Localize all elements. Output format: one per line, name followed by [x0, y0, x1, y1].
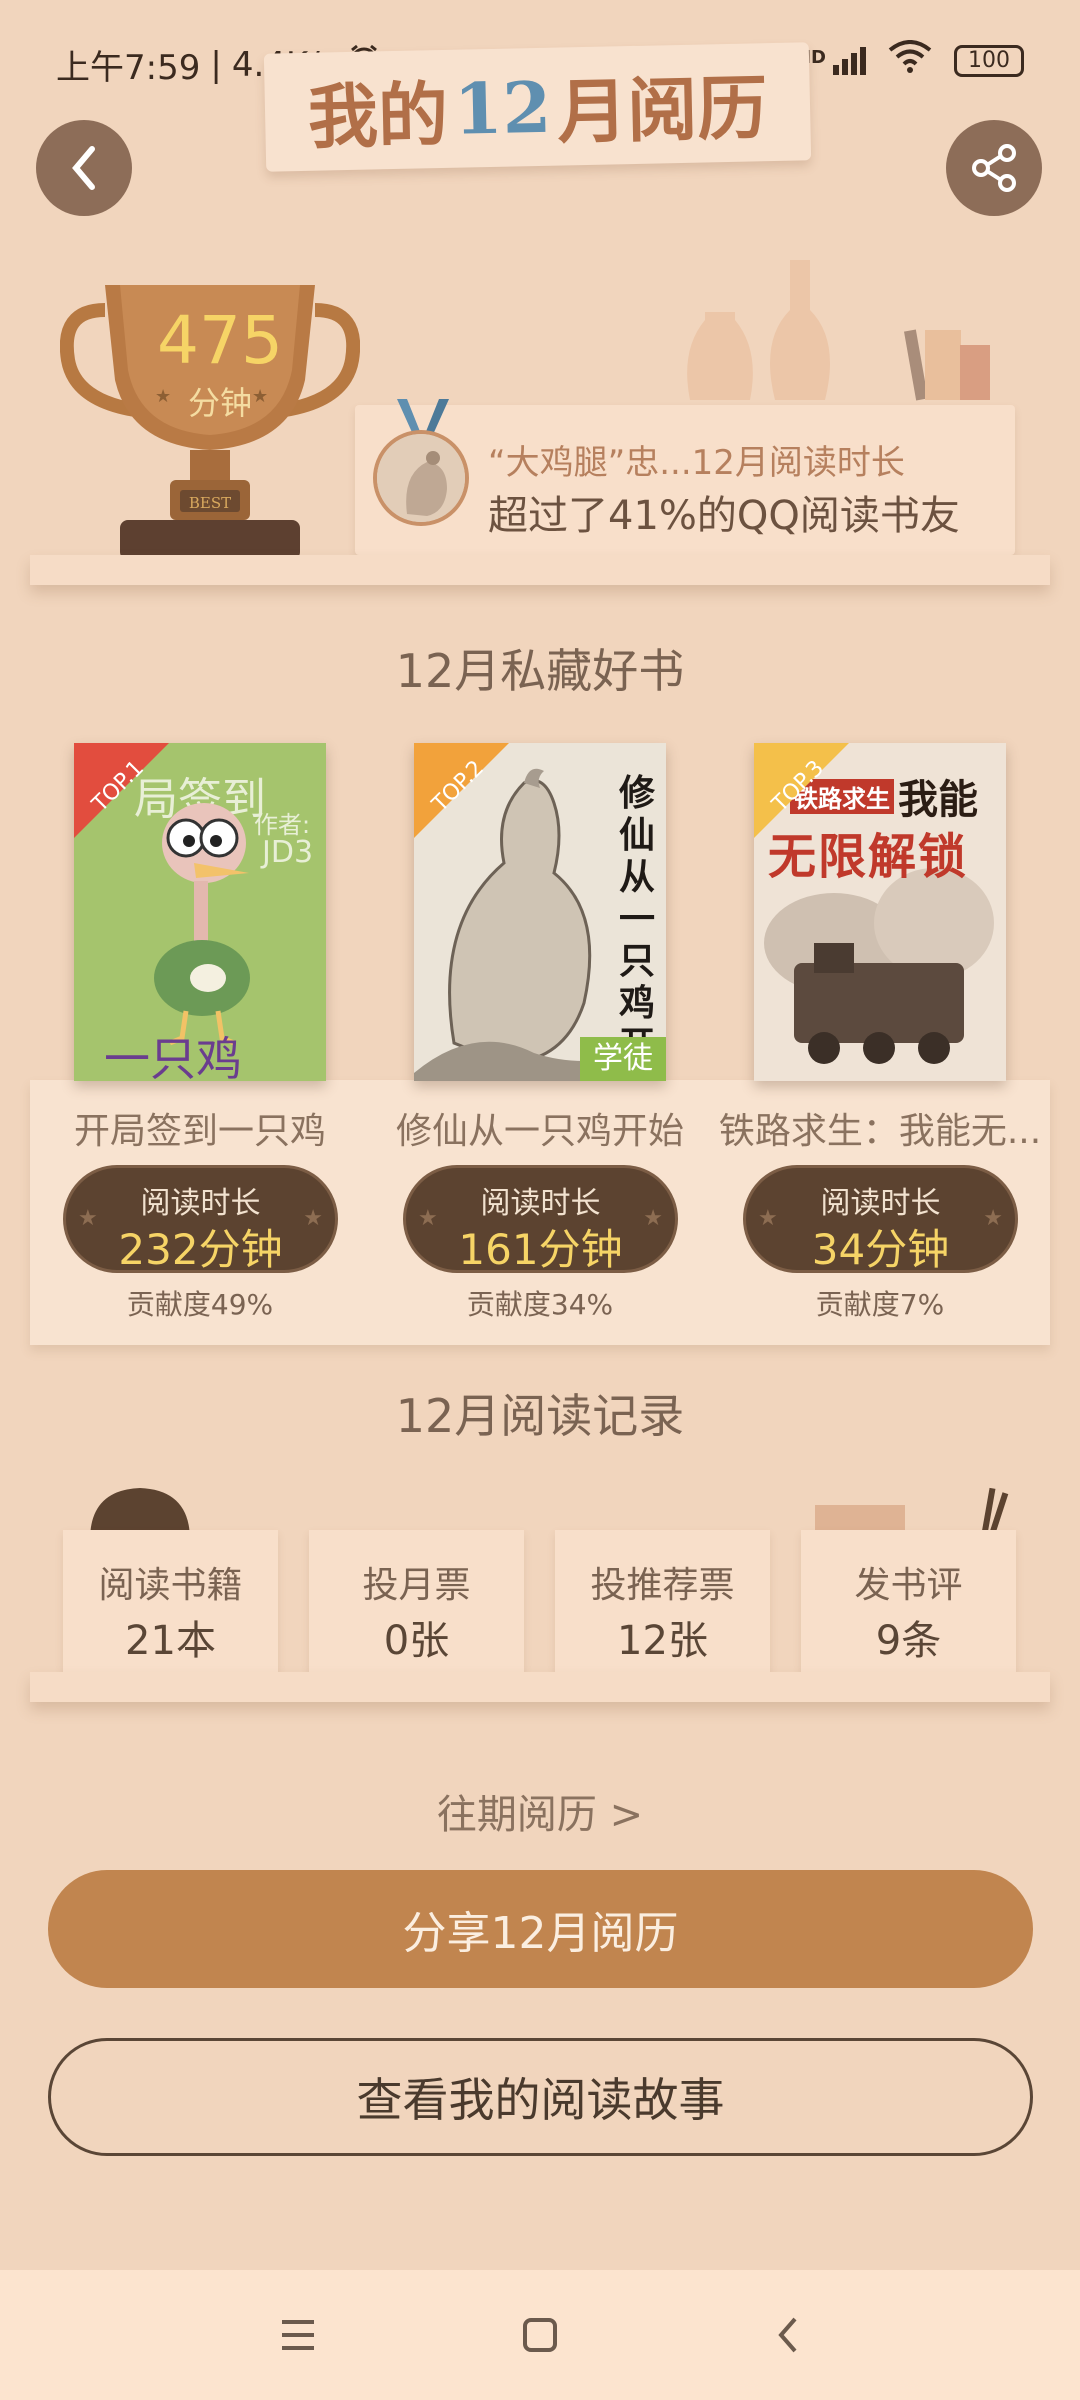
record-label: 发书评	[854, 1565, 963, 1606]
share-icon	[972, 144, 1016, 192]
reading-time-badge-2: ★ ★ 阅读时长 161分钟	[403, 1165, 678, 1274]
record-label: 投推荐票	[590, 1565, 735, 1606]
record-value: 0张	[383, 1618, 450, 1664]
chevron-left-icon	[72, 146, 95, 190]
reading-report-page: 上午7:59 | 4.4K/s HD 100 我的 12 月阅历	[0, 0, 1080, 2400]
contribution-1: 贡献度49%	[126, 1288, 274, 1321]
record-reviews: 发书评 9条	[801, 1530, 1016, 1675]
favorites-title: 12月私藏好书	[395, 644, 685, 698]
share-button[interactable]	[946, 120, 1042, 216]
top-3-tag: TOP.3	[754, 743, 849, 838]
record-value: 9条	[875, 1618, 942, 1664]
past-history-link[interactable]: 往期阅历 >	[0, 1782, 1080, 1840]
status-separator: |	[210, 44, 222, 85]
cover-title-2: 修仙从一只鸡开始	[619, 773, 656, 1081]
shelf-decoration	[687, 260, 990, 401]
rank-card: “大鸡腿”忠...12月阅读时长 超过了41%的QQ阅读书友	[355, 399, 1015, 555]
title-prefix: 我的	[307, 72, 449, 159]
share-report-button[interactable]: 分享12月阅历	[48, 1870, 1033, 1988]
status-time: 上午7:59	[56, 48, 201, 88]
top-1-tag: TOP.1	[74, 743, 169, 838]
book-cover-2[interactable]: 修仙从一只鸡开始 学徒 TOP.2	[414, 743, 666, 1081]
home-icon[interactable]	[510, 2310, 570, 2360]
record-label: 投月票	[362, 1565, 471, 1606]
wifi-icon	[888, 40, 932, 81]
cover-badge-2: 学徒	[580, 1037, 666, 1081]
menu-icon[interactable]	[268, 2310, 328, 2360]
record-label: 阅读书籍	[98, 1565, 243, 1606]
title-month: 12	[452, 65, 553, 151]
rank-subtitle: “大鸡腿”忠...12月阅读时长	[488, 443, 905, 483]
book-title-1[interactable]: 开局签到一只鸡	[30, 1102, 370, 1154]
book-title-3[interactable]: 铁路求生：我能无...	[710, 1102, 1050, 1154]
rank-percentile: 超过了41%的QQ阅读书友	[488, 493, 960, 539]
trophy-minutes: 475	[157, 302, 283, 379]
view-story-button[interactable]: 查看我的阅读故事	[48, 2038, 1033, 2156]
reading-time-badge-1: ★ ★ 阅读时长 232分钟	[63, 1165, 338, 1274]
record-value: 12张	[617, 1618, 708, 1664]
battery-icon: 100	[954, 44, 1024, 77]
contribution-3: 贡献度7%	[815, 1288, 945, 1321]
trophy-unit: 分钟	[187, 384, 252, 422]
records-shelf	[30, 1672, 1050, 1702]
back-nav-icon[interactable]	[758, 2310, 818, 2360]
top-2-tag: TOP.2	[414, 743, 509, 838]
trophy-shelf	[30, 555, 1050, 585]
system-nav-bar	[0, 2270, 1080, 2400]
records-title: 12月阅读记录	[395, 1389, 685, 1443]
medal-book-icon	[373, 430, 469, 526]
record-books-read: 阅读书籍 21本	[63, 1530, 278, 1675]
status-right: HD 100	[796, 40, 1024, 81]
cover-bottom-1: 一只鸡	[104, 1032, 242, 1081]
book-cover-3[interactable]: 铁路求生 我能 无限解锁 TOP.3	[754, 743, 1006, 1081]
trophy: BEST ★ ★ 475 分钟	[59, 280, 361, 560]
reading-time-value: 161分钟	[458, 1225, 623, 1274]
reading-time-value: 232分钟	[118, 1225, 283, 1274]
contribution-2: 贡献度34%	[466, 1288, 614, 1321]
record-recommend-tickets: 投推荐票 12张	[555, 1530, 770, 1675]
title-suffix: 月阅历	[556, 65, 769, 154]
reading-time-value: 34分钟	[811, 1225, 950, 1274]
page-title-banner: 我的 12 月阅历	[263, 42, 812, 172]
back-button[interactable]	[36, 120, 132, 216]
record-value: 21本	[125, 1618, 216, 1664]
record-monthly-tickets: 投月票 0张	[309, 1530, 524, 1675]
trophy-badge-text: BEST	[189, 494, 231, 512]
book-cover-1[interactable]: 局签到 作者: JD3 一只鸡 TOP.1	[74, 743, 326, 1081]
book-title-2[interactable]: 修仙从一只鸡开始	[370, 1102, 710, 1154]
reading-time-badge-3: ★ ★ 阅读时长 34分钟	[743, 1165, 1018, 1274]
